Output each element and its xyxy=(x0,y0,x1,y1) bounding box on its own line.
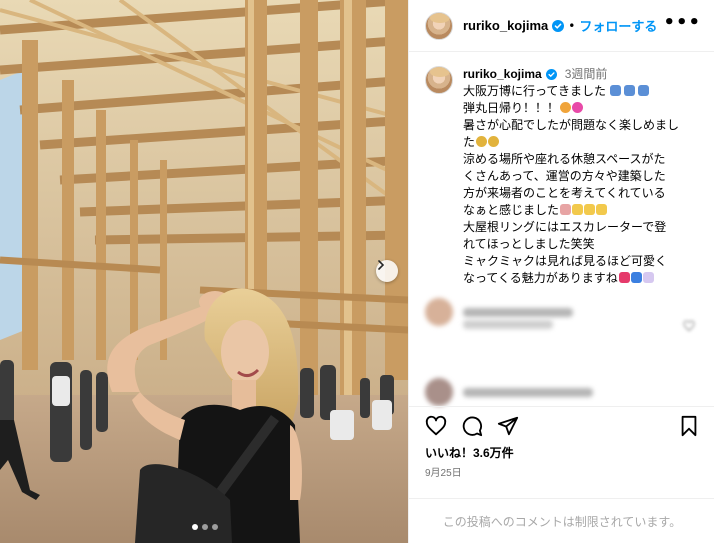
heart-icon[interactable] xyxy=(425,415,447,437)
caption-username[interactable]: ruriko_kojima xyxy=(463,66,542,83)
follow-button[interactable]: フォローする xyxy=(579,16,657,35)
red-heart-emoji-icon xyxy=(618,272,630,283)
caption-body: ruriko_kojima 3週間前 大阪万博に行ってきました 弾丸日帰り！！！… xyxy=(463,66,703,287)
carousel-dot xyxy=(212,524,218,530)
post-time: 3週間前 xyxy=(564,67,608,81)
post-date: 9月25日 xyxy=(425,468,462,479)
caption-avatar[interactable] xyxy=(425,66,453,94)
comment-text xyxy=(463,307,573,317)
post-side-panel: ruriko_kojima • フォローする ••• ruriko_kojima… xyxy=(408,0,714,543)
post-photo[interactable] xyxy=(0,0,408,543)
comment-text xyxy=(463,320,553,329)
carousel-dot xyxy=(202,524,208,530)
chevron-right-icon xyxy=(378,260,385,270)
likes-count[interactable]: いいね！3.6万件 xyxy=(425,444,514,461)
caption-line: 涼める場所や座れる休憩スペースがた xyxy=(463,152,666,166)
caption-line: 方が来場者のことを考えてくれている xyxy=(463,186,666,200)
party-face-emoji-icon xyxy=(560,102,572,113)
comments-disabled-notice: この投稿へのコメントは制限されています。 xyxy=(409,498,714,543)
heart-face-emoji-icon xyxy=(572,102,584,113)
comment-icon[interactable] xyxy=(461,415,483,437)
sparkles-emoji-icon xyxy=(572,204,584,215)
comment-row-blurred xyxy=(425,378,593,406)
caption-line: 弾丸日帰り！！！ xyxy=(463,100,703,117)
next-photo-button[interactable] xyxy=(376,260,398,282)
train-emoji-icon xyxy=(624,85,636,96)
caption-line: 大屋根リングにはエスカレーターで登 xyxy=(463,220,667,234)
caption-header: ruriko_kojima 3週間前 xyxy=(463,66,703,83)
train-emoji-icon xyxy=(638,85,650,96)
caption-line: ミャクミャクは見れば見るほど可愛く xyxy=(463,254,668,268)
caption-line: なってくる魅力がありますね xyxy=(463,270,703,287)
caption-line: なぁと感じました xyxy=(463,202,703,219)
verified-badge-icon xyxy=(545,69,557,80)
author-avatar[interactable] xyxy=(425,11,453,40)
caption-line: た xyxy=(463,134,703,151)
share-icon[interactable] xyxy=(497,415,519,437)
pray-emoji-icon xyxy=(560,204,572,215)
expo-ring-photo xyxy=(0,0,408,543)
sparkles-emoji-icon xyxy=(584,204,596,215)
comment-avatar xyxy=(425,298,453,326)
caption-line: くさんあって、運営の方々や建築した xyxy=(463,169,666,183)
caption-line: れてほっとしました笑笑 xyxy=(463,237,595,251)
carousel-indicator xyxy=(192,524,218,530)
comment-text xyxy=(463,387,593,397)
lavender-heart-emoji-icon xyxy=(642,272,654,283)
bookmark-icon[interactable] xyxy=(679,415,699,437)
carousel-dot-active xyxy=(192,524,198,530)
caption-line: 暑さが心配でしたが問題なく楽しめまし xyxy=(463,118,680,132)
post-caption: ruriko_kojima 3週間前 大阪万博に行ってきました 弾丸日帰り！！！… xyxy=(425,66,709,287)
author-username[interactable]: ruriko_kojima xyxy=(463,18,548,33)
smile-emoji-icon xyxy=(476,136,488,147)
post-header: ruriko_kojima • フォローする ••• xyxy=(409,0,714,52)
comment-avatar xyxy=(425,378,453,406)
separator-dot: • xyxy=(568,18,576,33)
smile-emoji-icon xyxy=(488,136,500,147)
caption-line: 大阪万博に行ってきました xyxy=(463,83,703,100)
more-options-icon[interactable]: ••• xyxy=(663,14,701,32)
post-actions xyxy=(409,406,714,446)
verified-badge-icon xyxy=(552,19,565,32)
blue-heart-emoji-icon xyxy=(630,272,642,283)
sparkles-emoji-icon xyxy=(596,204,608,215)
comment-row-blurred xyxy=(463,320,553,329)
heart-icon xyxy=(683,320,695,332)
train-emoji-icon xyxy=(610,85,622,96)
